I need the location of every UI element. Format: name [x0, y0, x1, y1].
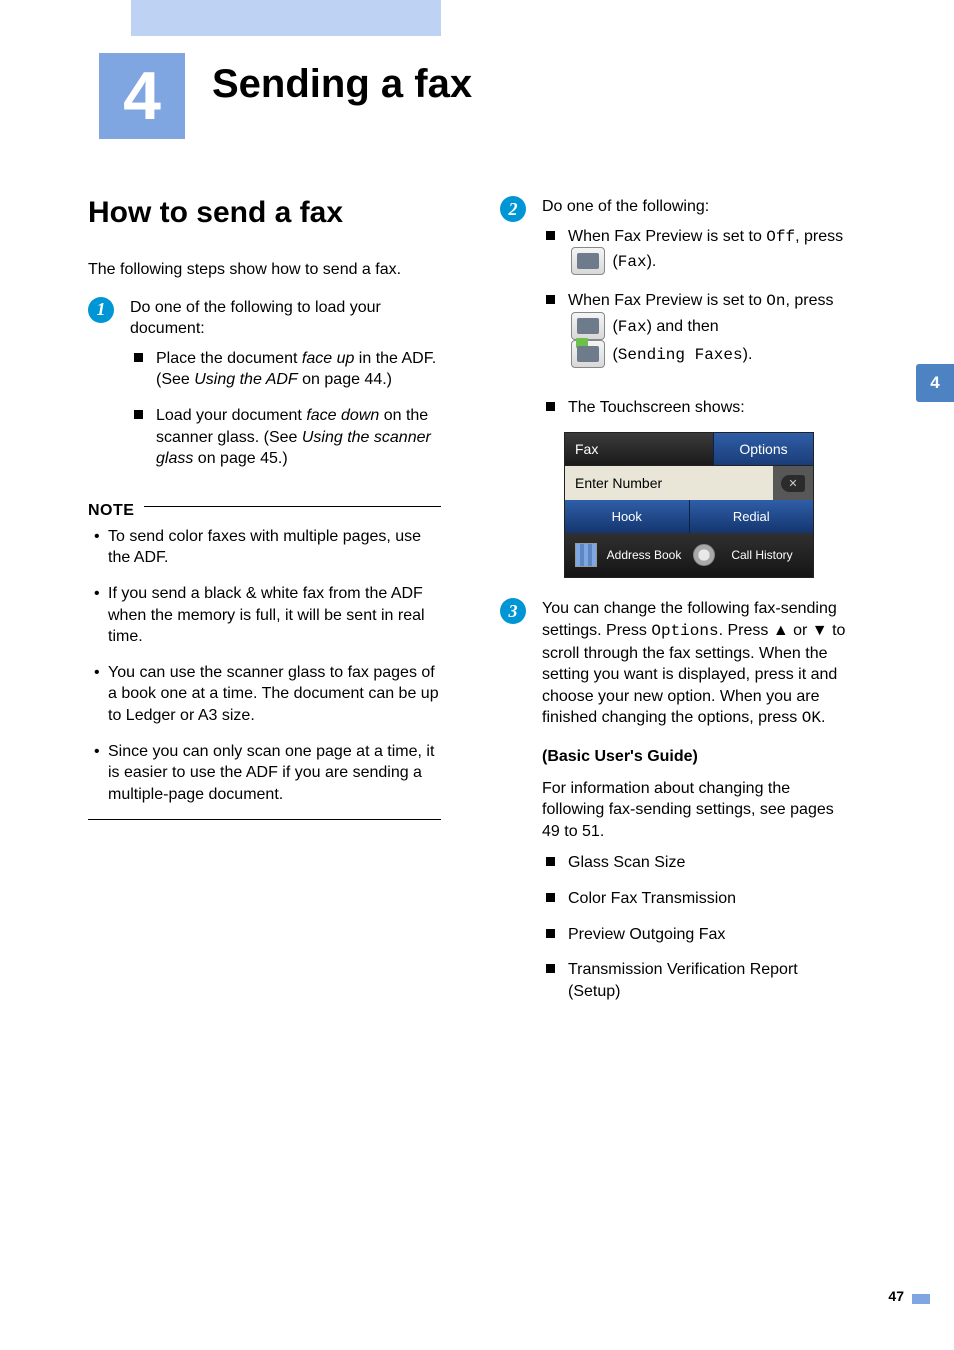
step2-bullet-off: When Fax Preview is set to Off, press (F… — [568, 226, 853, 277]
note-rule-bottom — [88, 819, 441, 820]
note-item-4: Since you can only scan one page at a ti… — [108, 741, 441, 806]
section-heading: How to send a fax — [88, 196, 441, 229]
setting-tvr: Transmission Verification Report (Setup) — [568, 959, 853, 1002]
note-heading: NOTE — [88, 502, 134, 520]
chapter-number-box: 4 — [99, 53, 185, 139]
ts-clear-button[interactable]: ✕ — [773, 466, 813, 500]
step-2: 2 Do one of the following: When Fax Prev… — [500, 196, 853, 578]
call-history-icon — [693, 544, 715, 566]
step1-lead: Do one of the following to load your doc… — [130, 297, 441, 340]
touchscreen-mock: Fax Options Enter Number ✕ Hook Redial A… — [564, 432, 814, 578]
note-item-1: To send color faxes with multiple pages,… — [108, 526, 441, 569]
top-accent-band — [131, 0, 441, 36]
setting-color-fax: Color Fax Transmission — [568, 888, 853, 910]
step-badge-3: 3 — [500, 598, 526, 624]
ts-title: Fax — [565, 433, 713, 465]
note-item-3: You can use the scanner glass to fax pag… — [108, 662, 441, 727]
note-rule-top — [144, 506, 441, 507]
step2-bullet-on: When Fax Preview is set to On, press (Fa… — [568, 290, 853, 369]
step1-bullet-adf: Place the document face up in the ADF. (… — [156, 348, 441, 391]
intro-text: The following steps show how to send a f… — [88, 259, 441, 281]
ts-address-book-button[interactable]: Address Book — [571, 539, 689, 571]
sending-faxes-icon — [571, 340, 605, 368]
setting-glass-scan-size: Glass Scan Size — [568, 852, 853, 874]
note-heading-row: NOTE — [88, 484, 441, 526]
chapter-title: Sending a fax — [212, 62, 472, 107]
ts-call-history-button[interactable]: Call History — [689, 539, 807, 571]
ts-enter-number-field[interactable]: Enter Number — [565, 466, 773, 500]
step2-lead: Do one of the following: — [542, 196, 853, 218]
note-item-2: If you send a black & white fax from the… — [108, 583, 441, 648]
fax-icon — [571, 247, 605, 275]
step-badge-1: 1 — [88, 297, 114, 323]
basic-users-guide-label: (Basic User's Guide) — [542, 746, 853, 768]
guide-body: For information about changing the follo… — [542, 778, 853, 843]
step-3: 3 You can change the following fax-sendi… — [500, 598, 853, 1002]
ts-redial-button[interactable]: Redial — [689, 500, 814, 533]
setting-preview-outgoing: Preview Outgoing Fax — [568, 924, 853, 946]
page-number-accent — [912, 1294, 930, 1304]
side-tab: 4 — [916, 364, 954, 402]
step-1: 1 Do one of the following to load your d… — [88, 297, 441, 470]
fax-icon-2 — [571, 312, 605, 340]
ts-hook-button[interactable]: Hook — [565, 500, 689, 533]
step3-body: You can change the following fax-sending… — [542, 598, 853, 730]
step2-bullet-ts: The Touchscreen shows: — [568, 397, 853, 419]
step1-bullet-glass: Load your document face down on the scan… — [156, 405, 441, 470]
note-list: To send color faxes with multiple pages,… — [88, 526, 441, 806]
step-badge-2: 2 — [500, 196, 526, 222]
page-number: 47 — [888, 1288, 904, 1304]
address-book-icon — [575, 543, 597, 567]
ts-options-button[interactable]: Options — [713, 433, 813, 465]
